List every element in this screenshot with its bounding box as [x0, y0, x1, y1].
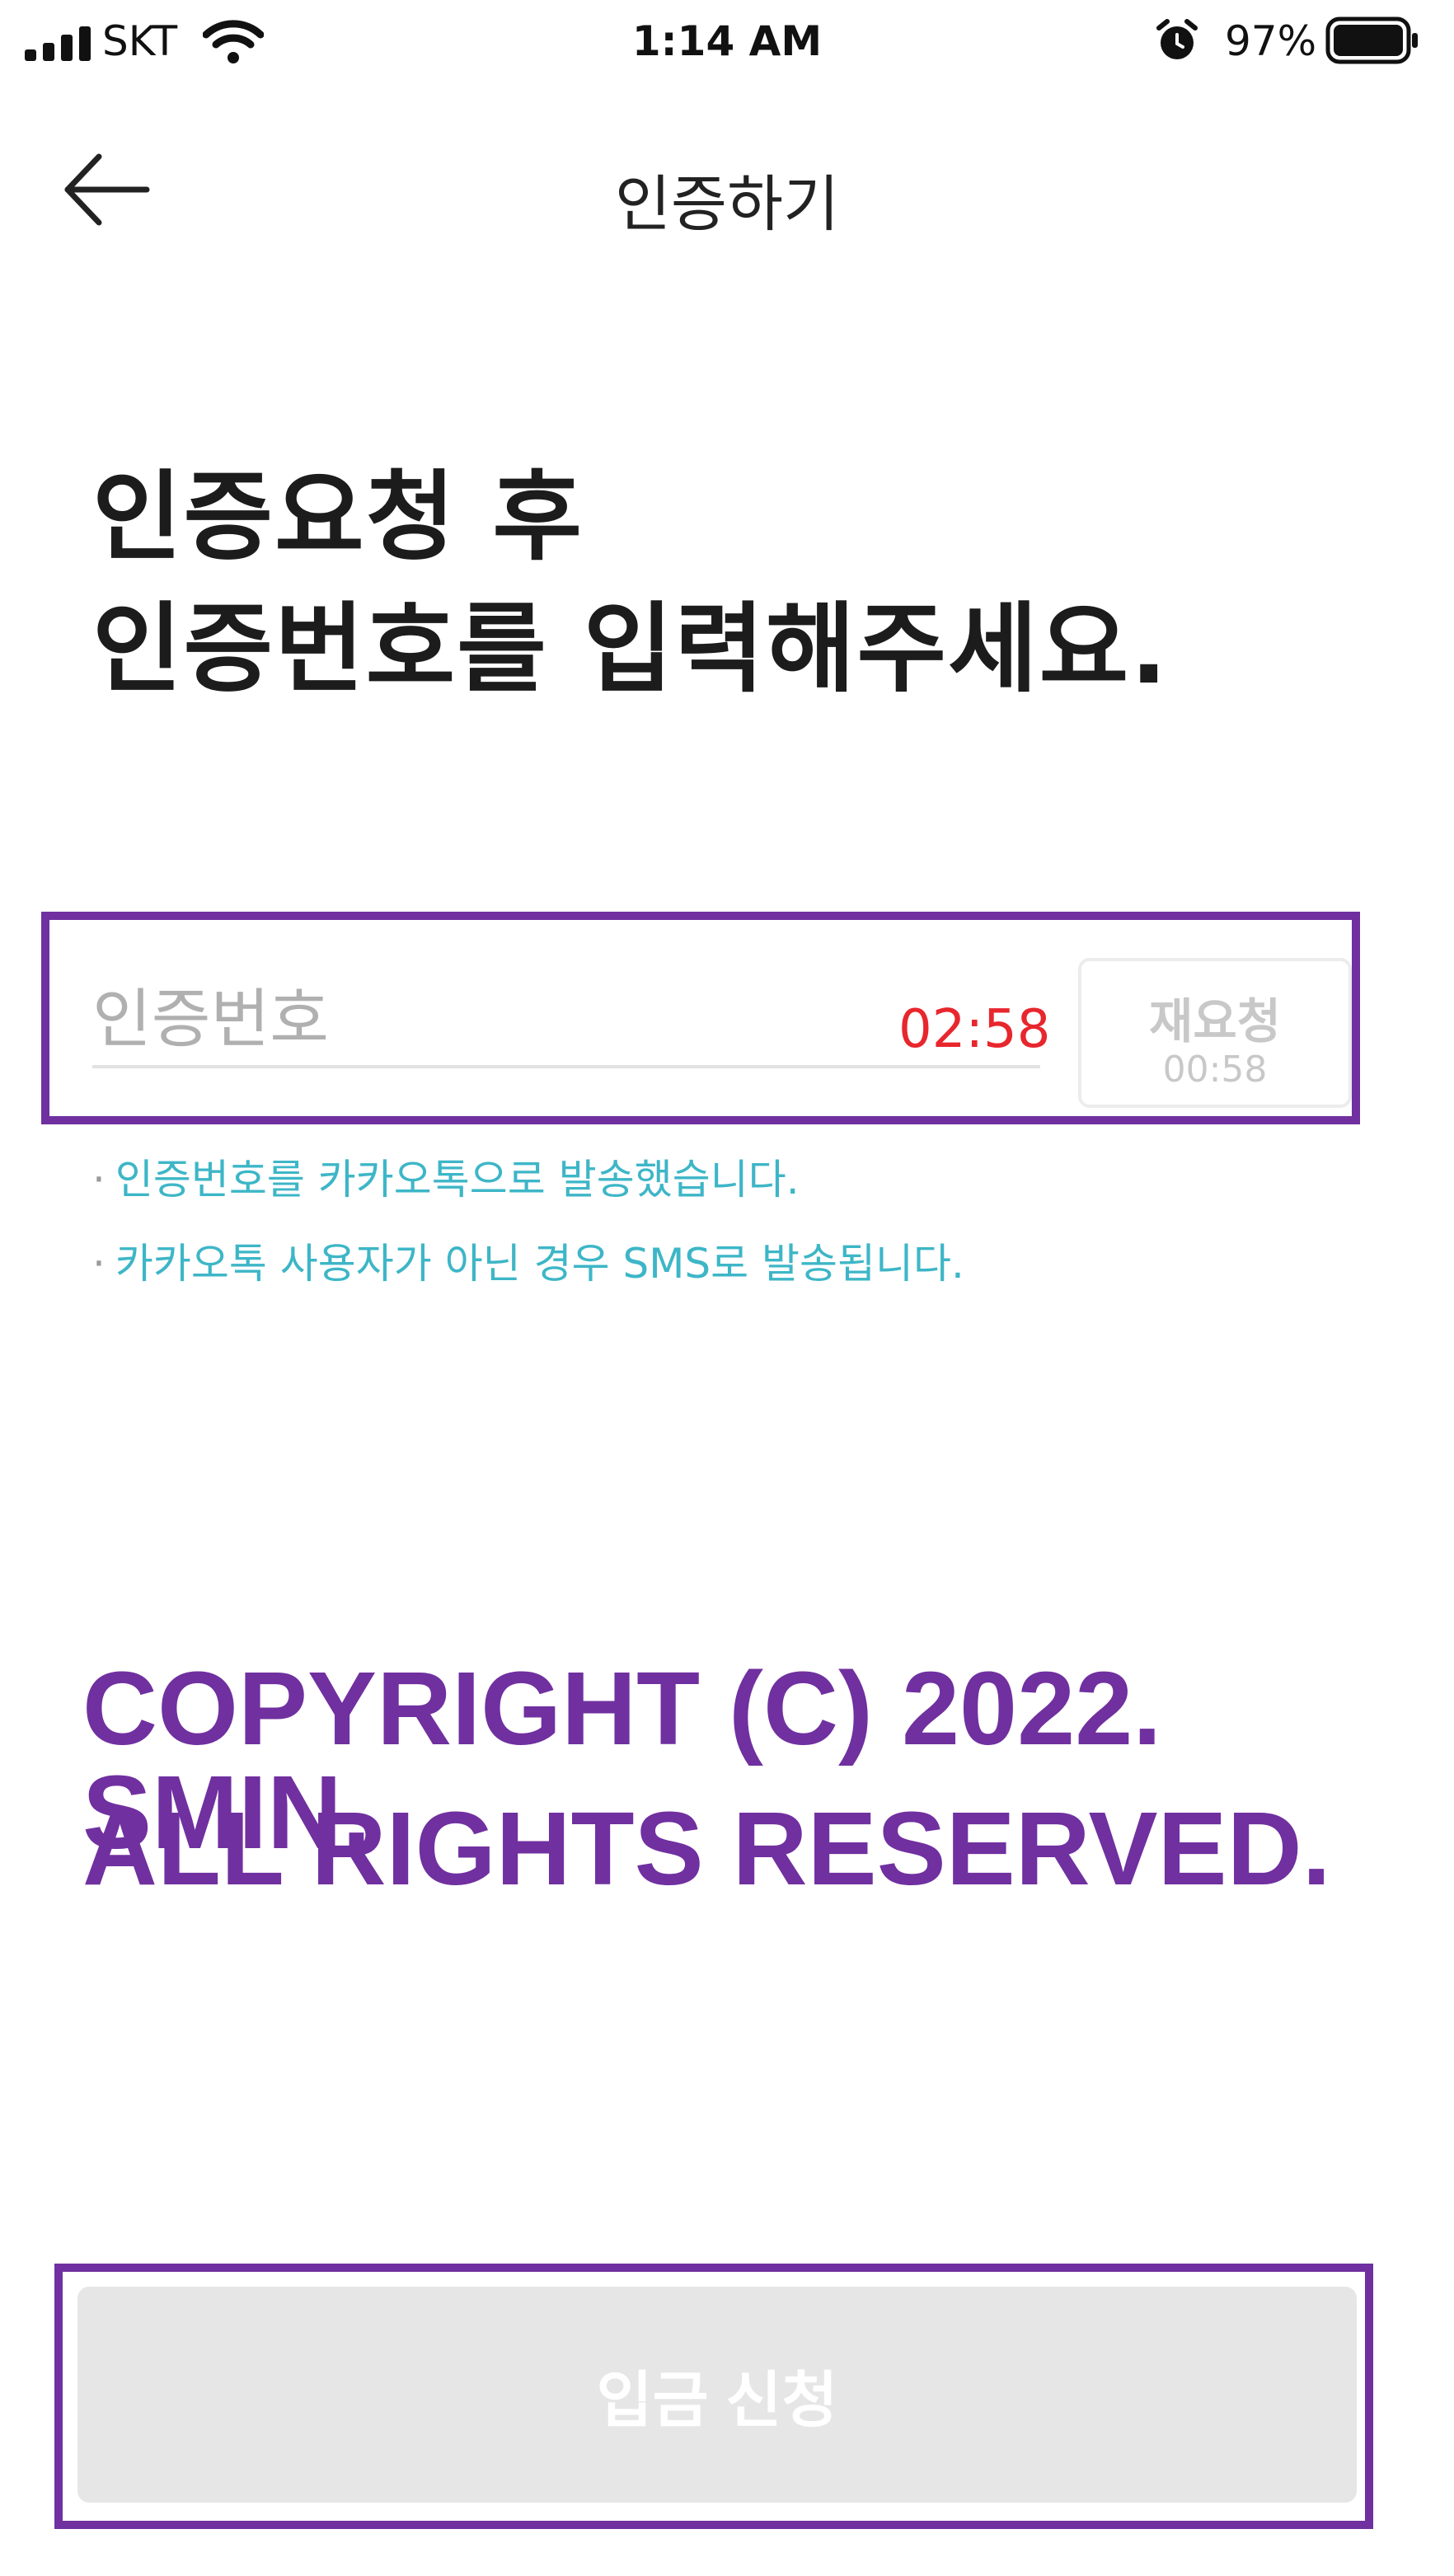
battery-icon [1325, 16, 1418, 64]
countdown-timer: 02:58 [898, 999, 1051, 1060]
heading-line-2: 인증번호를 입력해주세요. [92, 592, 1170, 706]
info-note-text: 카카오톡 사용자가 아닌 경우 SMS로 발송됩니다. [115, 1240, 964, 1288]
resend-label: 재요청 [1148, 993, 1282, 1049]
battery-percent: 97% [1225, 17, 1317, 65]
deposit-request-button[interactable]: 입금 신청 [77, 2287, 1357, 2503]
info-note: · 카카오톡 사용자가 아닌 경우 SMS로 발송됩니다. [92, 1243, 964, 1284]
resend-button[interactable]: 재요청 00:58 [1078, 958, 1352, 1108]
bullet: · [92, 1240, 106, 1288]
page-title: 인증하기 [614, 169, 840, 240]
alarm-icon [1156, 19, 1198, 59]
heading-line-1: 인증요청 후 [92, 460, 584, 574]
resend-timer: 00:58 [1162, 1049, 1268, 1091]
info-note: · 인증번호를 카카오톡으로 발송했습니다. [92, 1159, 800, 1200]
deposit-request-label: 입금 신청 [596, 2365, 838, 2434]
info-note-text: 인증번호를 카카오톡으로 발송했습니다. [115, 1156, 800, 1204]
copyright-watermark-line-2: ALL RIGHTS RESERVED. [82, 1790, 1331, 1907]
bullet: · [92, 1156, 106, 1204]
